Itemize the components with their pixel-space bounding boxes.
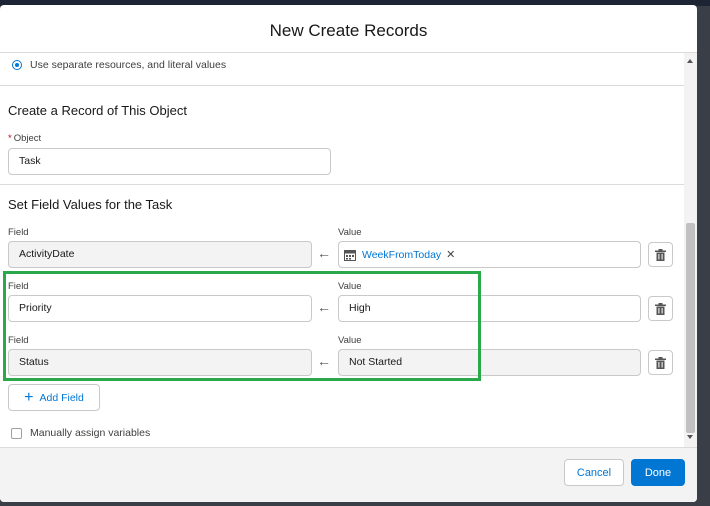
- field-input-activitydate[interactable]: ActivityDate: [8, 241, 312, 268]
- modal-body: Use separate resources, and literal valu…: [0, 53, 684, 447]
- divider: [0, 184, 684, 185]
- resource-mode-label: Use separate resources, and literal valu…: [30, 59, 227, 71]
- resource-mode-option[interactable]: Use separate resources, and literal valu…: [12, 59, 226, 71]
- trash-icon: [655, 302, 666, 315]
- resource-pill[interactable]: WeekFromToday ✕: [344, 248, 455, 261]
- scroll-up-icon[interactable]: [687, 59, 693, 63]
- delete-row-button[interactable]: [648, 350, 673, 375]
- object-input[interactable]: Task: [8, 148, 331, 175]
- add-field-label: Add Field: [39, 391, 84, 404]
- scrollbar-thumb[interactable]: [686, 223, 695, 433]
- field-label: Field: [8, 227, 29, 238]
- radio-selected-icon[interactable]: [12, 60, 22, 70]
- resource-pill-label: WeekFromToday: [362, 248, 442, 261]
- value-label: Value: [338, 227, 362, 238]
- highlight-box: [3, 271, 481, 381]
- manual-assign-label: Manually assign variables: [30, 427, 151, 439]
- vertical-scrollbar[interactable]: [684, 53, 697, 447]
- trash-icon: [655, 248, 666, 261]
- scroll-down-icon[interactable]: [687, 435, 693, 439]
- arrow-left-icon: ←: [317, 245, 331, 261]
- divider: [0, 85, 684, 86]
- required-asterisk: *: [8, 133, 12, 144]
- object-section-title: Create a Record of This Object: [8, 103, 187, 118]
- checkbox-icon[interactable]: [11, 427, 22, 439]
- modal-footer: Cancel Done: [0, 447, 697, 502]
- manual-assign-option[interactable]: Manually assign variables: [11, 427, 150, 439]
- delete-row-button[interactable]: [648, 296, 673, 321]
- cancel-button[interactable]: Cancel: [564, 459, 624, 486]
- new-create-records-modal: New Create Records Use separate resource…: [0, 5, 697, 502]
- add-field-button[interactable]: + Add Field: [8, 384, 100, 411]
- plus-icon: +: [24, 388, 34, 406]
- remove-resource-icon[interactable]: ✕: [446, 248, 455, 261]
- fields-section-title: Set Field Values for the Task: [8, 197, 173, 212]
- done-button[interactable]: Done: [631, 459, 685, 486]
- calendar-icon: [344, 249, 356, 261]
- modal-title: New Create Records: [269, 21, 428, 40]
- delete-row-button[interactable]: [648, 242, 673, 267]
- modal-header: New Create Records: [0, 5, 697, 53]
- trash-icon: [655, 356, 666, 369]
- object-field-label: * Object: [8, 133, 42, 144]
